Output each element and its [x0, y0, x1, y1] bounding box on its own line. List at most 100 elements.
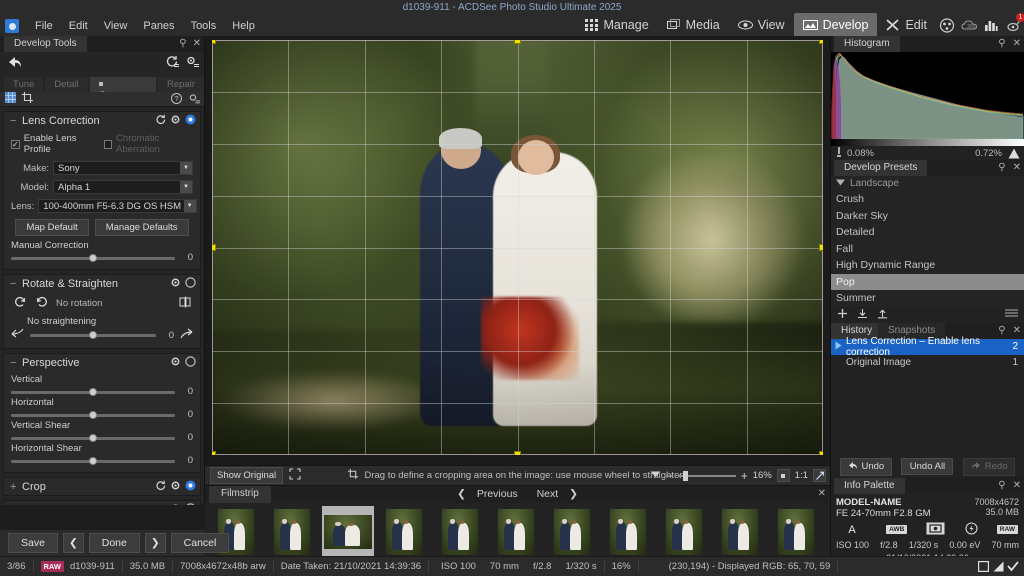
minus-icon[interactable]: −: [666, 472, 673, 480]
menu-view[interactable]: View: [96, 17, 136, 35]
perspective-horizontal-shear-slider[interactable]: [11, 456, 175, 466]
import-preset-icon[interactable]: [857, 308, 868, 322]
close-icon[interactable]: ✕: [193, 38, 201, 49]
notifications-icon[interactable]: 1: [1002, 14, 1024, 36]
manual-correction-slider[interactable]: [11, 253, 175, 263]
reset-icon[interactable]: [155, 480, 166, 494]
crop-handle-top-right[interactable]: [819, 40, 823, 44]
close-icon[interactable]: ✕: [1013, 480, 1021, 491]
mode-view[interactable]: View: [729, 13, 794, 37]
export-preset-icon[interactable]: [877, 308, 888, 322]
diagonal-icon[interactable]: [992, 561, 1004, 573]
preset-item-crush[interactable]: Crush: [831, 191, 1024, 208]
menu-file[interactable]: File: [27, 17, 61, 35]
cancel-button[interactable]: Cancel: [171, 533, 230, 553]
lens-correction-header[interactable]: − Lens Correction: [4, 112, 200, 129]
preset-item-darker-sky[interactable]: Darker Sky: [831, 208, 1024, 225]
grid-overlay-icon[interactable]: [5, 92, 16, 106]
crop-handle-mid-right[interactable]: [819, 244, 823, 251]
settings-gear-icon[interactable]: [185, 55, 199, 71]
tab-repair[interactable]: Repair: [158, 77, 204, 92]
preset-list[interactable]: Landscape Crush Darker Sky Detailed Fall…: [831, 176, 1024, 307]
crop-frame[interactable]: [212, 40, 823, 455]
develop-presets-tab[interactable]: Develop Presets: [834, 160, 927, 176]
perspective-expander[interactable]: −: [10, 357, 17, 369]
toggle-off-icon[interactable]: [185, 356, 196, 370]
mode-develop[interactable]: Develop: [794, 13, 878, 37]
pin-icon[interactable]: ⚲: [998, 480, 1005, 491]
cloud-sync-icon[interactable]: 365: [958, 14, 980, 36]
info-palette-tab[interactable]: Info Palette: [834, 478, 905, 494]
perspective-vertical-shear-slider[interactable]: [11, 433, 175, 443]
gear-icon[interactable]: [170, 356, 181, 370]
list-item[interactable]: [434, 506, 486, 558]
next-button[interactable]: Next ❯: [533, 488, 582, 500]
flip-icon[interactable]: [179, 296, 192, 311]
reset-all-icon[interactable]: [165, 55, 179, 71]
previous-image-button[interactable]: ❮: [63, 533, 84, 553]
toggle-on-icon[interactable]: [185, 480, 196, 494]
list-item[interactable]: [266, 506, 318, 558]
develop-tools-tab[interactable]: Develop Tools: [4, 36, 87, 52]
gear-icon[interactable]: [170, 114, 181, 128]
crop-handle-top-left[interactable]: [212, 40, 216, 44]
shadow-clip-icon[interactable]: [836, 147, 842, 160]
fit-square-icon[interactable]: [777, 469, 790, 482]
add-preset-icon[interactable]: [837, 308, 848, 322]
straighten-left-icon[interactable]: [11, 328, 24, 342]
map-default-button[interactable]: Map Default: [15, 219, 88, 236]
list-item[interactable]: [490, 506, 542, 558]
list-item[interactable]: [378, 506, 430, 558]
rotate-right-icon[interactable]: [35, 296, 48, 311]
gear-icon[interactable]: [170, 480, 181, 494]
pin-icon[interactable]: ⚲: [998, 162, 1005, 173]
pin-icon[interactable]: ⚲: [998, 38, 1005, 49]
toggle-off-icon[interactable]: [185, 277, 196, 291]
close-icon[interactable]: ✕: [818, 488, 826, 499]
preset-group-landscape[interactable]: Landscape: [831, 176, 1024, 191]
chart-bars-icon[interactable]: [980, 14, 1002, 36]
develop-preview-image[interactable]: [212, 40, 823, 455]
triangle-down-icon[interactable]: [836, 178, 845, 189]
enable-lens-profile-checkbox[interactable]: ✓: [11, 140, 20, 149]
reset-icon[interactable]: [155, 114, 166, 128]
lens-combo[interactable]: 100-400mm F5-6.3 DG OS HSM | C ▼: [38, 199, 196, 213]
histogram-tab[interactable]: Histogram: [834, 36, 900, 52]
model-combo[interactable]: Alpha 1 ▼: [53, 180, 193, 194]
history-list[interactable]: Lens Correction – Enable lens correction…: [831, 339, 1024, 371]
crop-icon[interactable]: [22, 92, 33, 106]
list-item[interactable]: [602, 506, 654, 558]
rotate-left-icon[interactable]: [14, 296, 27, 311]
tab-tune[interactable]: Tune: [4, 77, 43, 92]
pin-icon[interactable]: ⚲: [179, 38, 186, 49]
enable-lens-profile-row[interactable]: ✓ Enable Lens Profile: [11, 133, 94, 155]
list-item[interactable]: [658, 506, 710, 558]
preset-item-fall[interactable]: Fall: [831, 241, 1024, 258]
preset-item-summer[interactable]: Summer: [831, 290, 1024, 307]
pin-icon[interactable]: ⚲: [998, 325, 1005, 336]
plus-icon[interactable]: +: [741, 472, 748, 480]
people-face-icon[interactable]: [936, 14, 958, 36]
history-item-original-image[interactable]: Original Image 1: [831, 355, 1024, 371]
menu-tools[interactable]: Tools: [183, 17, 225, 35]
crop-header[interactable]: + Crop: [4, 478, 200, 495]
tab-geometry[interactable]: Geometry: [90, 77, 156, 92]
perspective-header[interactable]: − Perspective: [4, 354, 200, 371]
close-icon[interactable]: ✕: [1013, 162, 1021, 173]
undo-button[interactable]: Undo: [840, 458, 892, 476]
make-combo[interactable]: Sony ▼: [53, 161, 193, 175]
one-to-one-button[interactable]: 1:1: [795, 470, 808, 481]
list-item[interactable]: [546, 506, 598, 558]
zoom-slider[interactable]: [678, 471, 736, 481]
gear-icon[interactable]: [170, 277, 181, 291]
tool-settings-icon[interactable]: [188, 93, 200, 107]
list-item-selected[interactable]: [322, 506, 374, 558]
list-item[interactable]: [714, 506, 766, 558]
rotate-straighten-expander[interactable]: −: [10, 278, 17, 290]
chevron-down-icon[interactable]: ▼: [180, 181, 192, 193]
lens-correction-expander[interactable]: −: [10, 115, 17, 127]
straighten-slider[interactable]: [30, 330, 156, 340]
list-item[interactable]: [770, 506, 822, 558]
undo-arrow-icon[interactable]: [6, 55, 23, 73]
toggle-on-icon[interactable]: [185, 114, 196, 128]
